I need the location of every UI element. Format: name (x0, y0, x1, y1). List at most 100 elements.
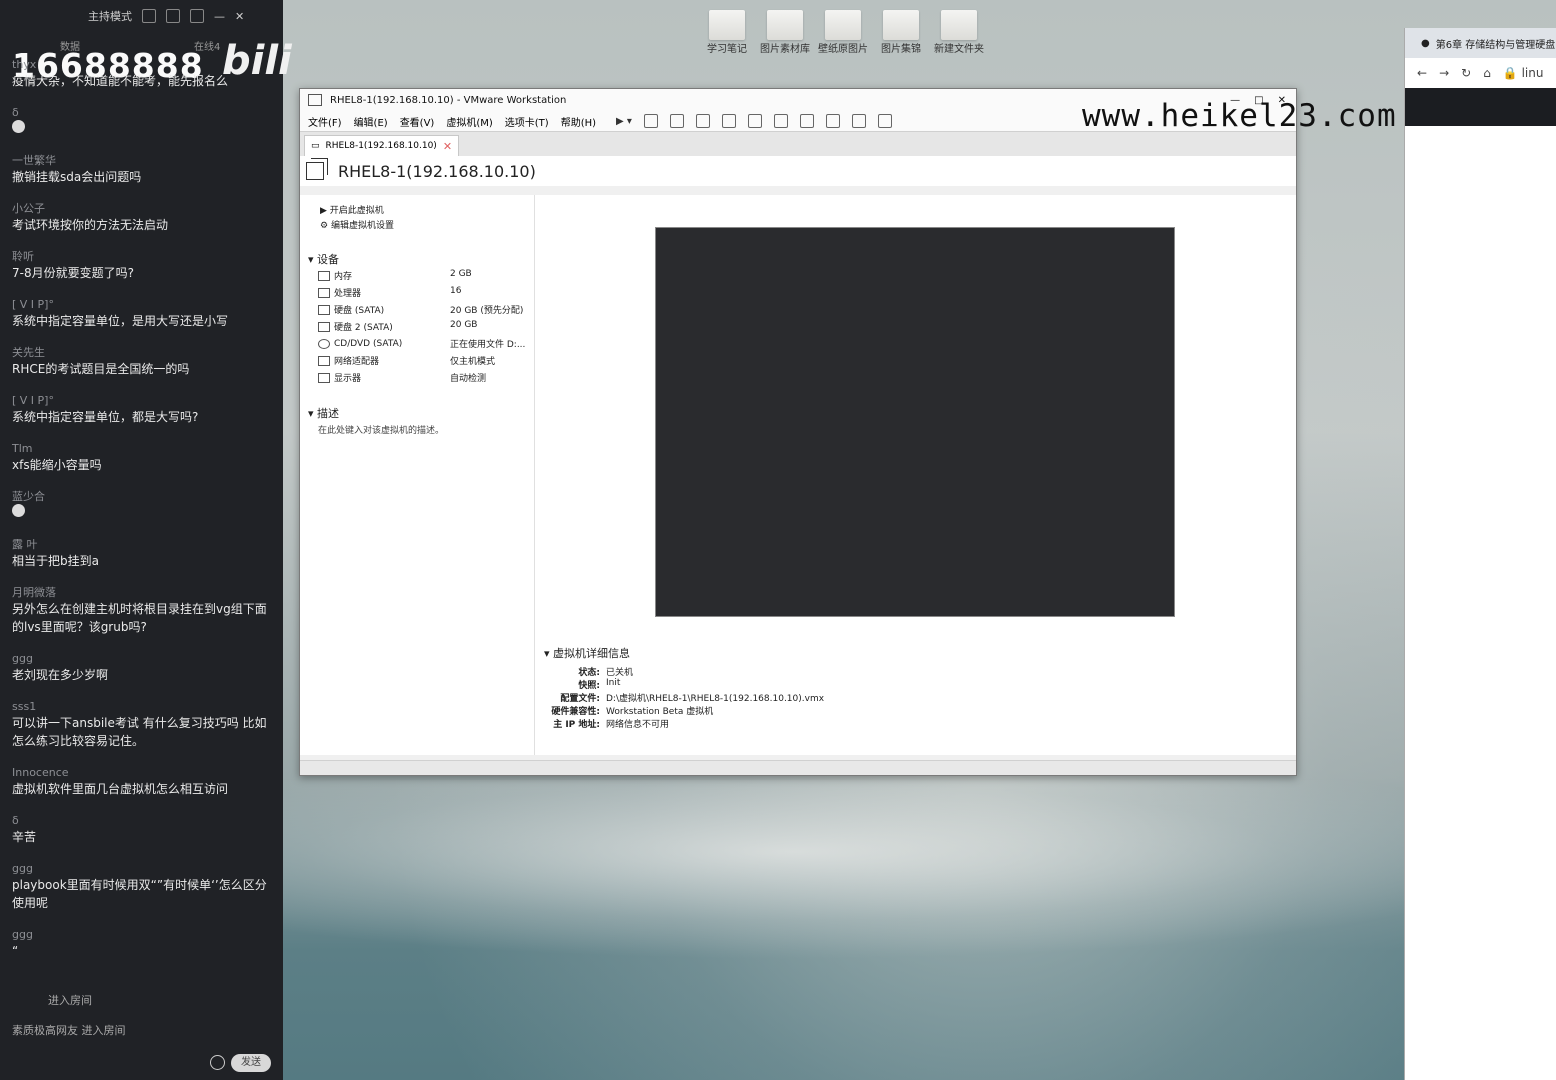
fit-window-icon[interactable] (877, 114, 892, 128)
power-on-icon[interactable]: ▶ ▾ (616, 116, 632, 127)
menu-edit[interactable]: 编辑(E) (354, 114, 388, 129)
chat-username: 关先生 (12, 346, 45, 359)
detail-row: 状态: 已关机 (544, 665, 824, 678)
device-row-disk2[interactable]: 硬盘 2 (SATA) 20 GB (318, 320, 528, 333)
detail-row: 主 IP 地址: 网络信息不可用 (544, 717, 824, 730)
device-row-cpu[interactable]: 处理器 16 (318, 286, 528, 299)
menu-icon[interactable] (190, 9, 204, 23)
vm-header: RHEL8-1(192.168.10.10) (300, 156, 1296, 186)
thumbnail-bar-icon[interactable] (773, 114, 788, 128)
browser-navbar: ← → ↻ ⌂ 🔒 linu (1405, 58, 1556, 88)
revert-snapshot-icon[interactable] (695, 114, 710, 128)
chat-message: ggg “ (12, 928, 274, 960)
chat-text: 疫情大杂，不知道能不能考，能先报名么 (12, 74, 229, 88)
forward-icon[interactable]: → (1439, 66, 1449, 80)
hard-disk-icon (318, 321, 330, 332)
chat-message: 关先生 RHCE的考试题目是全国统一的吗 (12, 346, 274, 378)
device-row-display[interactable]: 显示器 自动检测 (318, 371, 528, 384)
devices-section-toggle[interactable]: ▾ 设备 (308, 251, 339, 267)
vm-icon (306, 158, 328, 180)
description-field[interactable]: 在此处键入对该虚拟机的描述。 (318, 423, 444, 436)
home-icon[interactable]: ⌂ (1483, 66, 1491, 80)
detail-key: 快照: (578, 681, 600, 691)
desktop-icon-1[interactable]: 学习笔记 (700, 10, 754, 55)
live-chat-panel: 主持模式 — ✕ 数据 在线4 16688888 bili thyx 疫情大杂，不… (0, 0, 292, 1080)
detail-row: 硬件兼容性: Workstation Beta 虚拟机 (544, 704, 824, 717)
chat-username: 聆听 (12, 250, 34, 263)
chat-message: [ V I P]° 系统中指定容量单位，都是大写吗? (12, 394, 274, 426)
desktop-icon-2[interactable]: 图片素材库 (758, 10, 812, 55)
action-label: 开启此虚拟机 (329, 206, 384, 216)
unity-icon[interactable] (825, 114, 840, 128)
menu-vm[interactable]: 虚拟机(M) (446, 114, 492, 129)
chat-username: [ V I P]° (12, 298, 54, 311)
browser-tab-label: 第6章 存储结构与管理硬盘 (1435, 39, 1556, 51)
device-row-cdrom[interactable]: CD/DVD (SATA) 正在使用文件 D:... (318, 337, 528, 350)
chat-text: 虚拟机软件里面几台虚拟机怎么相互访问 (12, 782, 229, 796)
network-adapter-icon (318, 355, 330, 366)
emoji-picker-icon[interactable] (210, 1055, 225, 1070)
menu-tabs[interactable]: 选项卡(T) (505, 114, 549, 129)
device-value: 16 (450, 286, 462, 296)
vm-summary: ▶ 开启此虚拟机 ⚙ 编辑虚拟机设置 ▾ 设备 内存 2 GB 处理器 16 硬盘 … (300, 195, 1296, 755)
close-tab-icon[interactable]: ✕ (443, 140, 452, 153)
device-name: 内存 (334, 272, 353, 282)
tab-vm[interactable]: ▭ RHEL8-1(192.168.10.10) ✕ (304, 135, 460, 156)
display-icon (318, 372, 330, 383)
site-icon: ● (1421, 37, 1430, 49)
menu-view[interactable]: 查看(V) (400, 114, 435, 129)
full-screen-icon[interactable] (799, 114, 814, 128)
chat-text: 7-8月份就要变题了吗? (12, 266, 134, 280)
device-value: 20 GB (预先分配) (450, 306, 524, 316)
settings-icon[interactable] (166, 9, 180, 23)
snapshot-manager-icon[interactable] (721, 114, 736, 128)
power-on-action[interactable]: ▶ 开启此虚拟机 (320, 203, 384, 216)
desktop-icon-5[interactable]: 新建文件夹 (932, 10, 986, 55)
device-value: 正在使用文件 D:... (450, 340, 526, 350)
send-keys-icon[interactable] (643, 114, 658, 128)
device-name: CD/DVD (SATA) (334, 338, 403, 349)
host-mode-label: 主持模式 (88, 10, 132, 23)
close-button[interactable]: ✕ (235, 10, 244, 23)
vm-name: RHEL8-1(192.168.10.10) (338, 161, 536, 181)
chat-message: ggg 老刘现在多少岁啊 (12, 652, 274, 684)
browser-tab[interactable]: ● 第6章 存储结构与管理硬盘 (1405, 28, 1556, 58)
description-section-toggle[interactable]: ▾ 描述 (308, 405, 339, 421)
send-button[interactable]: 发送 (231, 1054, 271, 1072)
address-bar[interactable]: 🔒 linu (1503, 66, 1544, 80)
minimize-button[interactable]: — (214, 10, 225, 23)
section-title: 虚拟机详细信息 (553, 647, 631, 660)
desktop-icon-3[interactable]: 壁纸原图片 (816, 10, 870, 55)
window-icon[interactable] (142, 9, 156, 23)
chat-text: 相当于把b挂到a (12, 554, 99, 568)
device-name: 处理器 (334, 289, 362, 299)
watermark-text: www.heikel23.com (1082, 98, 1397, 134)
reload-icon[interactable]: ↻ (1461, 66, 1471, 80)
snapshot-icon[interactable] (669, 114, 684, 128)
folder-icon (941, 10, 977, 40)
chat-message: 月明微落 另外怎么在创建主机时将根目录挂在到vg组下面的lvs里面呢？该grub吗… (12, 586, 274, 636)
chat-username: 小公子 (12, 202, 45, 215)
device-name: 硬盘 2 (SATA) (334, 323, 393, 333)
detail-key: 配置文件: (560, 694, 600, 704)
back-icon[interactable]: ← (1417, 66, 1427, 80)
chat-input-bar: 发送 (0, 1050, 283, 1080)
detail-value: 网络信息不可用 (606, 720, 670, 730)
edit-settings-action[interactable]: ⚙ 编辑虚拟机设置 (320, 218, 394, 231)
menu-file[interactable]: 文件(F) (308, 114, 342, 129)
device-row-network[interactable]: 网络适配器 仅主机模式 (318, 354, 528, 367)
console-view-icon[interactable] (851, 114, 866, 128)
chat-username: Tlm (12, 442, 33, 455)
show-library-icon[interactable] (747, 114, 762, 128)
device-row-disk1[interactable]: 硬盘 (SATA) 20 GB (预先分配) (318, 303, 528, 316)
device-name: 硬盘 (SATA) (334, 306, 385, 316)
desktop-icon-label: 壁纸原图片 (818, 44, 868, 55)
desktop-icon-4[interactable]: 图片集锦 (874, 10, 928, 55)
details-section-toggle[interactable]: ▾ 虚拟机详细信息 (544, 645, 824, 661)
vm-screen-preview[interactable] (655, 227, 1175, 617)
device-row-memory[interactable]: 内存 2 GB (318, 269, 528, 282)
menu-help[interactable]: 帮助(H) (561, 114, 596, 129)
device-name: 显示器 (334, 374, 362, 384)
chat-message: Innocence 虚拟机软件里面几台虚拟机怎么相互访问 (12, 766, 274, 798)
device-value: 自动检测 (450, 374, 487, 384)
